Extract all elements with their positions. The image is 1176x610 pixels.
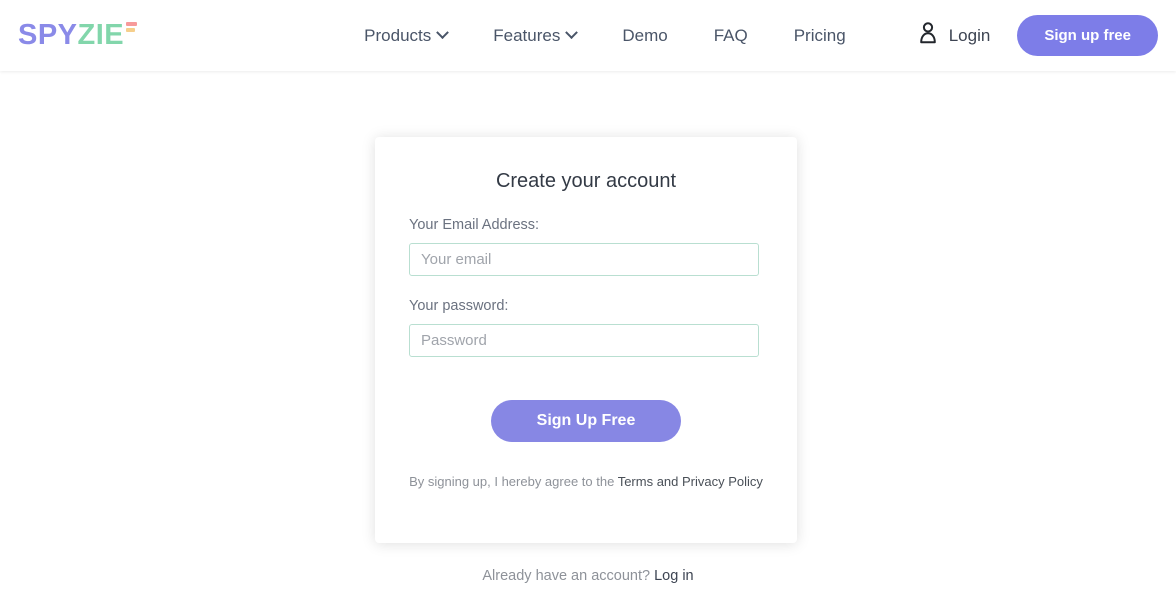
- nav-item-faq-label: FAQ: [713, 25, 748, 45]
- logo-marks: [126, 22, 138, 34]
- login-label: Login: [948, 25, 991, 45]
- site-header: SPY ZIE Products Features Demo FAQ Pricin…: [0, 0, 1176, 71]
- password-input[interactable]: [409, 324, 759, 357]
- email-field-label: Your Email Address:: [409, 217, 540, 233]
- nav-item-demo[interactable]: Demo: [599, 26, 690, 46]
- submit-row: Sign Up Free: [409, 357, 763, 442]
- email-input[interactable]: [409, 243, 759, 276]
- logo-mark-pink-icon: [126, 22, 138, 26]
- logo[interactable]: SPY ZIE: [18, 19, 138, 51]
- user-icon: [918, 22, 938, 49]
- nav-item-features[interactable]: Features: [470, 26, 599, 46]
- main-content: Create your account Your Email Address: …: [0, 71, 1176, 610]
- terms-notice: By signing up, I hereby agree to the Ter…: [409, 442, 763, 491]
- signup-card: Create your account Your Email Address: …: [375, 137, 797, 543]
- already-have-account: Already have an account? Log in: [0, 568, 1176, 584]
- nav-item-pricing-label: Pricing: [793, 25, 846, 45]
- password-field-group: Your password:: [409, 276, 763, 357]
- nav-item-pricing[interactable]: Pricing: [771, 26, 869, 46]
- logo-text-zie: ZIE: [77, 19, 125, 51]
- chevron-down-icon: [436, 26, 450, 40]
- terms-and-privacy-link[interactable]: Terms and Privacy Policy: [618, 474, 763, 489]
- nav-item-products-label: Products: [364, 25, 432, 45]
- already-have-account-text: Already have an account?: [482, 568, 655, 584]
- email-field-group: Your Email Address:: [409, 193, 763, 276]
- sign-up-free-submit-button[interactable]: Sign Up Free: [491, 400, 681, 442]
- signup-free-button[interactable]: Sign up free: [1017, 15, 1158, 56]
- page-title: Create your account: [495, 170, 677, 192]
- logo-text-spy: SPY: [18, 19, 78, 51]
- nav-item-faq[interactable]: FAQ: [691, 26, 771, 46]
- terms-prefix-text: By signing up, I hereby agree to the: [409, 474, 618, 489]
- log-in-link[interactable]: Log in: [654, 568, 694, 584]
- header-actions: Login Sign up free: [918, 15, 1158, 56]
- main-navigation: Products Features Demo FAQ Pricing: [341, 26, 869, 46]
- logo-mark-yellow-icon: [126, 28, 136, 32]
- login-link[interactable]: Login: [918, 22, 991, 49]
- nav-item-products[interactable]: Products: [341, 26, 470, 46]
- nav-item-demo-label: Demo: [622, 25, 668, 45]
- password-field-label: Your password:: [409, 298, 509, 314]
- nav-item-features-label: Features: [493, 25, 561, 45]
- chevron-down-icon: [565, 26, 579, 40]
